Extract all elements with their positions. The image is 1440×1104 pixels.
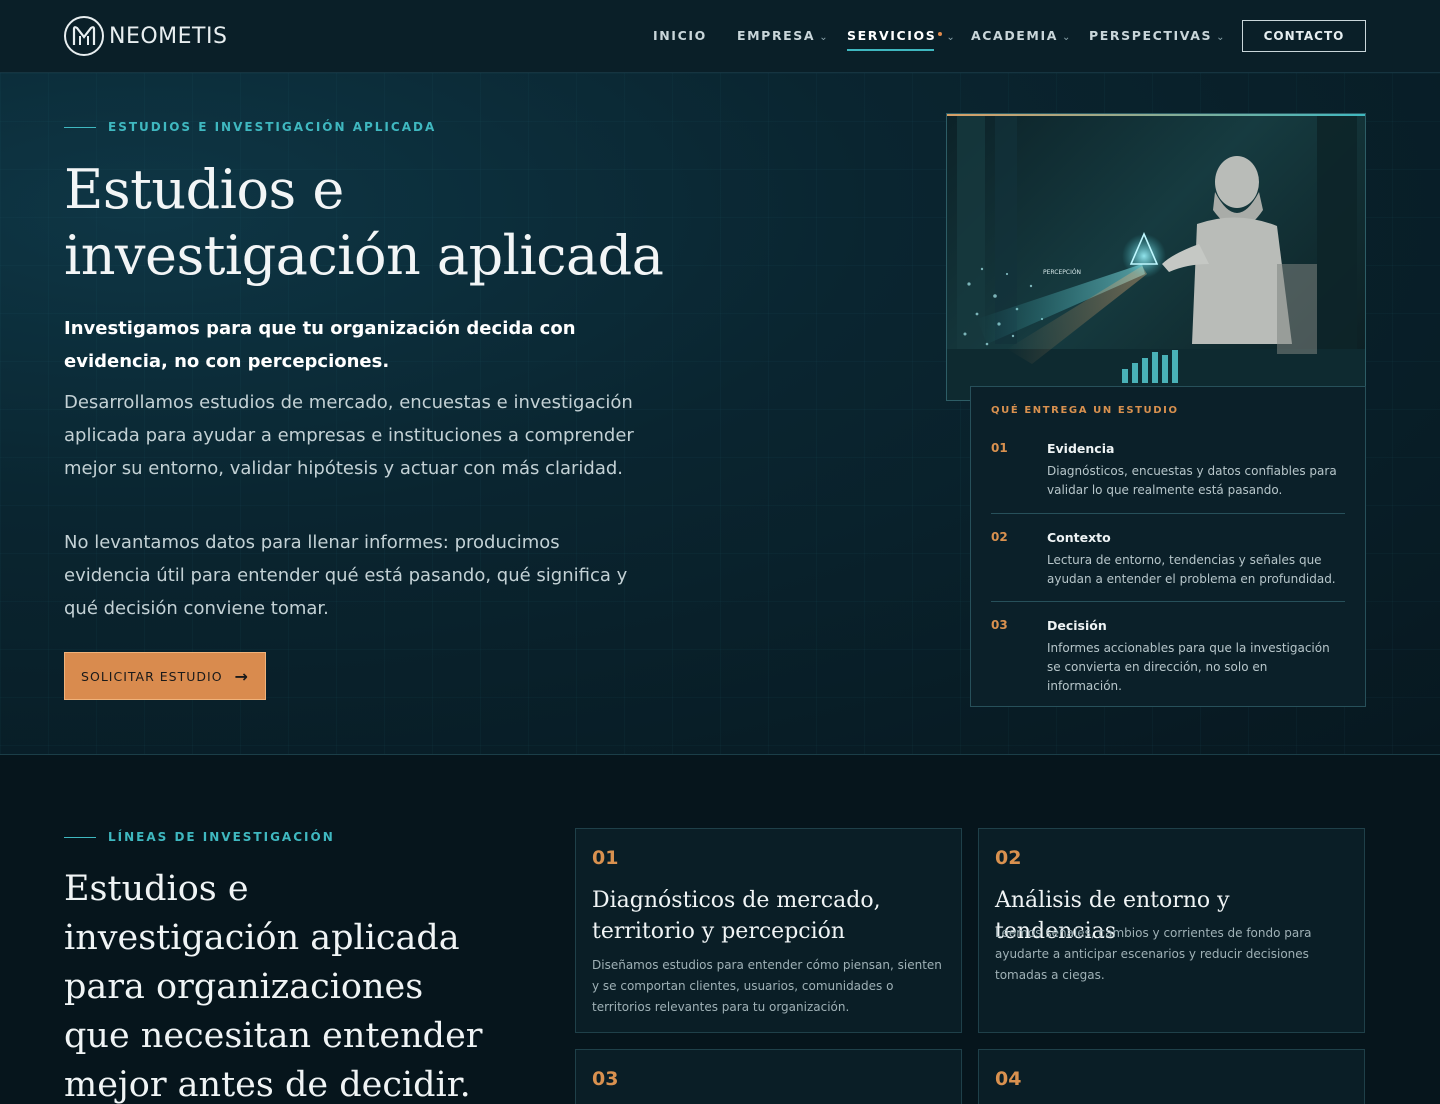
hero-eyebrow: ESTUDIOS E INVESTIGACIÓN APLICADA — [64, 120, 436, 134]
contact-button[interactable]: CONTACTO — [1242, 20, 1366, 52]
image-caption: PERCEPCIÓN — [1043, 269, 1082, 276]
eyebrow-line — [64, 126, 96, 128]
deliverable-num: 01 — [991, 441, 1008, 455]
main-nav: INICIO EMPRESA ⌄ SERVICIOS ⌄ ACADEMIA ⌄ PER… — [0, 0, 1440, 73]
research-card[interactable]: 02 Análisis de entorno y tendencias Leem… — [978, 828, 1365, 1033]
hero-illustration: PERCEPCIÓN — [946, 113, 1366, 401]
nav-academia[interactable]: ACADEMIA ⌄ — [971, 28, 1072, 43]
deliverables-heading: QUÉ ENTREGA UN ESTUDIO — [991, 405, 1179, 416]
deliverable-num: 02 — [991, 530, 1008, 544]
research-card[interactable]: 01 Diagnósticos de mercado, territorio y… — [575, 828, 962, 1033]
hero-paragraph-1: Desarrollamos estudios de mercado, encue… — [64, 392, 634, 479]
nav-empresa[interactable]: EMPRESA ⌄ — [737, 28, 829, 43]
card-title: Diagnósticos de mercado, territorio y pe… — [592, 888, 881, 944]
card-num: 03 — [592, 1068, 619, 1090]
research-card[interactable]: 03 — [575, 1049, 962, 1104]
arrow-right-icon: → — [234, 666, 249, 686]
research-card[interactable]: 04 — [978, 1049, 1365, 1104]
statue-illustration-icon — [947, 114, 1365, 400]
lines-eyebrow-text: LÍNEAS DE INVESTIGACIÓN — [108, 830, 335, 844]
nav-servicios[interactable]: SERVICIOS ⌄ — [847, 28, 957, 51]
eyebrow-line — [64, 836, 96, 838]
divider — [991, 601, 1345, 602]
hero-paragraph-2: No levantamos datos para llenar informes… — [64, 532, 628, 619]
card-text: Leemos señales, cambios y corrientes de … — [995, 926, 1312, 982]
request-study-button[interactable]: SOLICITAR ESTUDIO → — [64, 652, 266, 700]
nav-servicios-label: SERVICIOS — [847, 28, 937, 43]
deliverable-title: Evidencia — [1047, 441, 1115, 456]
site-header: NEOMETIS INICIO EMPRESA ⌄ SERVICIOS ⌄ ACAD… — [0, 0, 1440, 73]
lines-title: Estudios e investigación aplicada para o… — [64, 869, 483, 1104]
card-num: 04 — [995, 1068, 1022, 1090]
request-study-label: SOLICITAR ESTUDIO — [81, 668, 223, 684]
chevron-down-icon: ⌄ — [1216, 32, 1227, 43]
hero-eyebrow-text: ESTUDIOS E INVESTIGACIÓN APLICADA — [108, 120, 437, 134]
divider — [991, 513, 1345, 514]
nav-perspectivas[interactable]: PERSPECTIVAS ⌄ — [1089, 28, 1226, 43]
chevron-down-icon: ⌄ — [819, 32, 830, 43]
card-num: 01 — [592, 847, 619, 869]
chevron-down-icon: ⌄ — [946, 32, 957, 43]
nav-empresa-label: EMPRESA — [737, 28, 816, 43]
card-num: 02 — [995, 847, 1022, 869]
deliverables-card: QUÉ ENTREGA UN ESTUDIO 01 Evidencia Diag… — [970, 386, 1366, 707]
active-dot-icon — [938, 32, 943, 36]
lines-eyebrow: LÍNEAS DE INVESTIGACIÓN — [64, 830, 335, 844]
deliverable-text: Informes accionables para que la investi… — [1047, 641, 1330, 693]
chevron-down-icon: ⌄ — [1062, 32, 1072, 43]
deliverable-text: Lectura de entorno, tendencias y señales… — [1047, 553, 1336, 586]
hero-lead: Investigamos para que tu organización de… — [64, 318, 576, 372]
page-title: Estudios e investigación aplicada — [64, 158, 664, 287]
nav-academia-label: ACADEMIA — [971, 28, 1059, 43]
nav-inicio[interactable]: INICIO — [653, 28, 707, 43]
deliverable-title: Decisión — [1047, 618, 1107, 633]
deliverable-title: Contexto — [1047, 530, 1111, 545]
hero-section: ESTUDIOS E INVESTIGACIÓN APLICADA Estudi… — [0, 73, 1440, 755]
deliverable-num: 03 — [991, 618, 1008, 632]
deliverable-text: Diagnósticos, encuestas y datos confiabl… — [1047, 464, 1337, 497]
nav-perspectivas-label: PERSPECTIVAS — [1089, 28, 1213, 43]
card-text: Diseñamos estudios para entender cómo pi… — [592, 958, 942, 1014]
